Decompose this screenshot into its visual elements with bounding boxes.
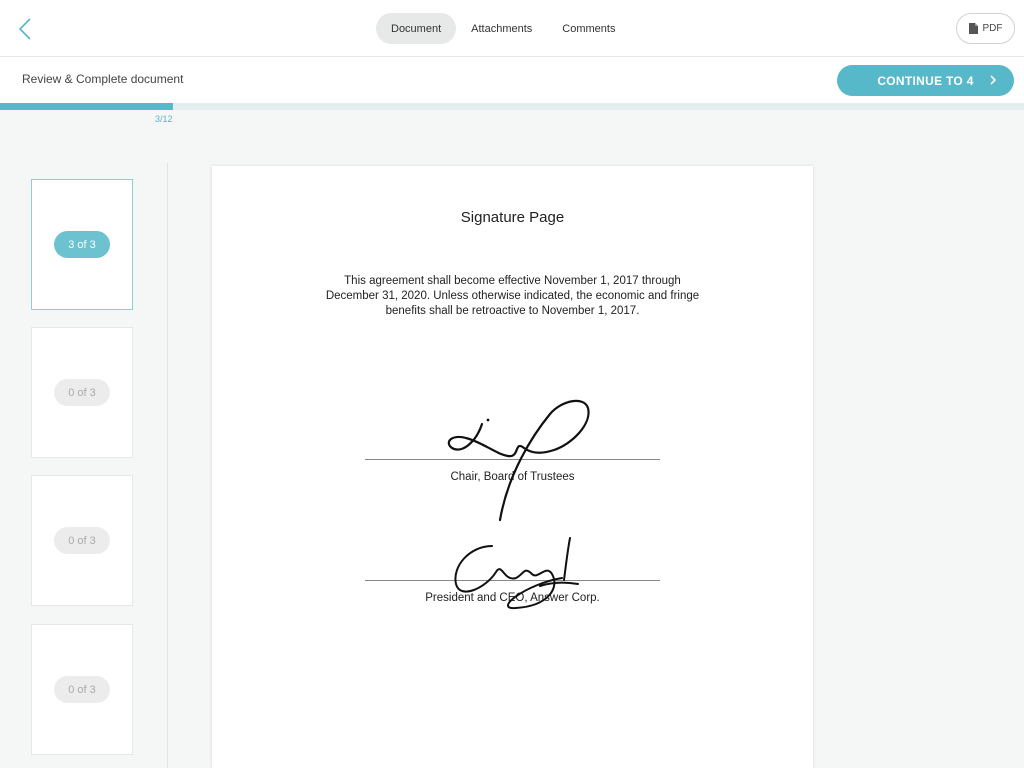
review-bar: Review & Complete document CONTINUE TO 4 (0, 57, 1024, 103)
signature-president[interactable] (452, 534, 582, 614)
review-title: Review & Complete document (22, 72, 184, 86)
thumbnail-badge: 0 of 3 (54, 379, 110, 406)
document-title: Signature Page (460, 209, 565, 226)
pdf-button[interactable]: PDF (956, 13, 1015, 44)
document-page: Signature Page This agreement shall beco… (212, 166, 813, 768)
tab-document[interactable]: Document (376, 13, 457, 44)
chevron-left-icon (18, 18, 31, 40)
view-tabs: Document Attachments Comments (376, 13, 630, 44)
body-line: benefits shall be retroactive to Novembe… (385, 305, 640, 317)
document-body: This agreement shall become effective No… (302, 274, 723, 319)
tab-comments[interactable]: Comments (547, 13, 630, 44)
signature-chair[interactable] (442, 394, 602, 524)
top-bar: Document Attachments Comments PDF (0, 0, 1024, 57)
progress-label: 3/12 (155, 114, 173, 124)
progress-fill (0, 103, 174, 110)
continue-label: CONTINUE TO 4 (877, 73, 974, 88)
page-thumbnail[interactable]: 0 of 3 (31, 475, 133, 606)
page-thumbnails-sidebar: 3 of 3 0 of 3 0 of 3 0 of 3 (0, 163, 168, 768)
progress-bar (0, 103, 1024, 110)
continue-button[interactable]: CONTINUE TO 4 (837, 65, 1014, 96)
thumbnail-badge: 0 of 3 (54, 676, 110, 703)
pdf-label: PDF (982, 23, 1003, 34)
tab-attachments[interactable]: Attachments (456, 13, 547, 44)
page-thumbnail[interactable]: 3 of 3 (31, 179, 133, 310)
page-thumbnail[interactable]: 0 of 3 (31, 327, 133, 458)
document-icon (968, 23, 978, 34)
chevron-right-icon (990, 75, 997, 85)
thumbnail-badge: 0 of 3 (54, 527, 110, 554)
body-line: This agreement shall become effective No… (344, 275, 681, 287)
page-thumbnail[interactable]: 0 of 3 (31, 624, 133, 755)
back-button[interactable] (14, 16, 38, 42)
thumbnail-badge: 3 of 3 (54, 231, 110, 258)
body-line: December 31, 2020. Unless otherwise indi… (325, 290, 700, 302)
